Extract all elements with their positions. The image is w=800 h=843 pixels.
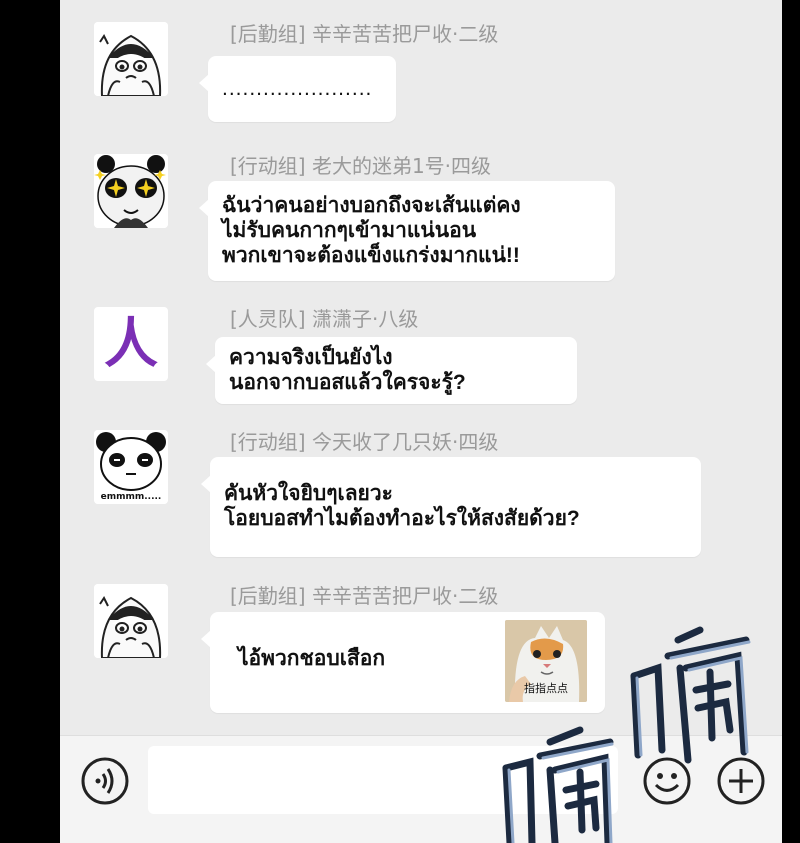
sender-name: [人灵队] 潇潇子·八级 xyxy=(230,307,419,331)
sender-name: [行动组] 老大的迷弟1号·四级 xyxy=(230,154,492,178)
crying-girl-icon[interactable] xyxy=(94,584,168,658)
sender-name: [后勤组] 辛辛苦苦把尸收·二级 xyxy=(230,584,499,608)
message-text: ความจริงเป็นยังไง นอกจากบอสแล้วใครจะรู้? xyxy=(229,346,466,394)
message-bubble[interactable]: ...................... xyxy=(199,56,396,122)
ren-character-icon[interactable]: 人 xyxy=(94,307,168,381)
starry-eyed-panda-icon[interactable] xyxy=(94,154,168,228)
message-input[interactable] xyxy=(148,746,618,814)
avatar-caption: emmmm..... xyxy=(100,492,162,502)
message-bubble[interactable]: คันหัวใจยิบๆเลยวะ โอยบอสทำไมต้องทำอะไรให… xyxy=(201,457,701,557)
sound-effect-art xyxy=(502,626,751,843)
message-text: ...................... xyxy=(222,77,373,100)
crying-girl-icon[interactable] xyxy=(94,22,168,96)
message-bubble[interactable]: ความจริงเป็นยังไง นอกจากบอสแล้วใครจะรู้? xyxy=(206,337,577,404)
emmm-panda-icon[interactable]: emmmm..... xyxy=(94,430,168,504)
pointing-cat-sticker[interactable]: 指指点点 xyxy=(505,620,587,702)
plus-icon[interactable] xyxy=(716,756,766,806)
voice-icon[interactable] xyxy=(80,756,130,806)
sender-name: [后勤组] 辛辛苦苦把尸收·二级 xyxy=(230,22,499,46)
sender-name: [行动组] 今天收了几只妖·四级 xyxy=(230,430,499,454)
smiley-icon[interactable] xyxy=(642,756,692,806)
message-text: ฉันว่าคนอย่างบอกถึงจะเส้นแต่คง ไม่รับคนก… xyxy=(222,194,521,267)
chat-input-bar xyxy=(60,735,782,843)
chat-screen: [后勤组] 辛辛苦苦把尸收·二级 ...................... xyxy=(60,0,782,843)
message-text: คันหัวใจยิบๆเลยวะ โอยบอสทำไมต้องทำอะไรให… xyxy=(224,482,580,530)
avatar-character: 人 xyxy=(104,312,158,375)
sticker-caption: 指指点点 xyxy=(524,682,568,695)
message-bubble[interactable]: ฉันว่าคนอย่างบอกถึงจะเส้นแต่คง ไม่รับคนก… xyxy=(199,181,615,281)
